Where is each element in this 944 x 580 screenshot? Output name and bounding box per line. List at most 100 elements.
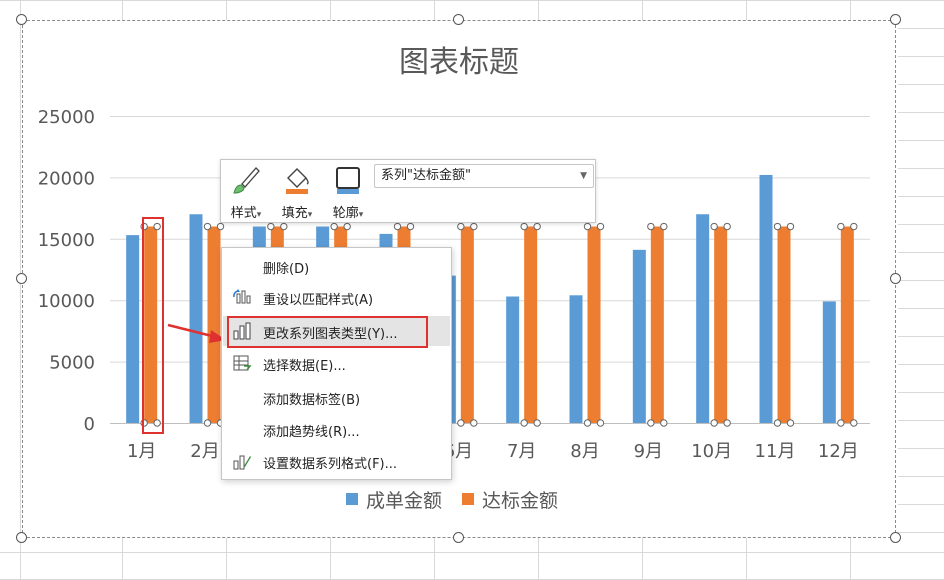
menu-item-select-data[interactable]: 选择数据(E)... bbox=[223, 348, 450, 378]
menu-item-add-data-labels[interactable]: 添加数据标签(B) bbox=[223, 382, 450, 412]
series-selection-handle[interactable] bbox=[330, 222, 338, 231]
series-selection-handle[interactable] bbox=[786, 222, 795, 231]
series-selection-handle[interactable] bbox=[837, 419, 845, 427]
style-label: 样式 bbox=[230, 206, 257, 221]
resize-handle-top-center[interactable] bbox=[453, 14, 464, 25]
series-selection-handle[interactable] bbox=[216, 222, 225, 231]
x-tick-label: 1月 bbox=[127, 441, 156, 462]
series-selection-handle[interactable] bbox=[280, 222, 288, 231]
series-selection-handle[interactable] bbox=[457, 419, 465, 427]
menu-item-add-trendline[interactable]: 添加趋势线(R)... bbox=[223, 414, 450, 444]
resize-handle-top-right[interactable] bbox=[890, 14, 901, 25]
bar-target-amount[interactable] bbox=[714, 226, 728, 423]
series-selection-handle[interactable] bbox=[520, 419, 528, 427]
resize-handle-bottom-right[interactable] bbox=[890, 532, 901, 543]
bar-deal-amount[interactable] bbox=[759, 174, 773, 423]
fill-button[interactable]: 填充▾ bbox=[274, 162, 320, 222]
series-selection-handle[interactable] bbox=[723, 222, 731, 231]
series-selection-handle[interactable] bbox=[343, 222, 351, 231]
series-selection-handle[interactable] bbox=[153, 419, 161, 427]
bar-deal-amount[interactable] bbox=[569, 295, 583, 423]
resize-handle-top-left[interactable] bbox=[16, 14, 27, 25]
series-selection-handle[interactable] bbox=[647, 222, 655, 231]
bar-target-amount[interactable] bbox=[460, 226, 474, 423]
series-selection-handle[interactable] bbox=[533, 419, 541, 427]
series-selection-handle[interactable] bbox=[153, 222, 161, 231]
menu-item-label: 添加趋势线(R)... bbox=[263, 425, 360, 440]
series-selection-handle[interactable] bbox=[596, 222, 605, 231]
series-selection-handle[interactable] bbox=[710, 222, 718, 231]
fill-label: 填充 bbox=[281, 206, 308, 221]
bar-deal-amount[interactable] bbox=[632, 249, 646, 423]
bar-target-amount[interactable] bbox=[144, 226, 158, 423]
series-selection-handle[interactable] bbox=[837, 222, 845, 231]
bar-target-amount[interactable] bbox=[777, 226, 791, 423]
series-selection-handle[interactable] bbox=[457, 222, 465, 231]
bar-deal-amount[interactable] bbox=[189, 214, 203, 423]
series-selection-handle[interactable] bbox=[393, 222, 402, 231]
series-selection-handle[interactable] bbox=[203, 222, 212, 231]
legend-label: 达标金额 bbox=[482, 490, 558, 512]
select-data-icon bbox=[233, 355, 252, 371]
resize-handle-bottom-left[interactable] bbox=[16, 532, 27, 543]
menu-item-change-chart-type[interactable]: 更改系列图表类型(Y)... bbox=[223, 316, 450, 346]
bar-target-amount[interactable] bbox=[524, 226, 538, 423]
brush-icon bbox=[233, 167, 260, 194]
series-selection-handle[interactable] bbox=[596, 419, 605, 427]
series-selection-handle[interactable] bbox=[583, 222, 592, 231]
chart-title[interactable]: 图表标题 bbox=[399, 45, 519, 80]
bar-deal-amount[interactable] bbox=[696, 214, 710, 423]
resize-handle-middle-left[interactable] bbox=[16, 273, 27, 284]
bar-deal-amount[interactable] bbox=[126, 235, 140, 423]
series-selection-handle[interactable] bbox=[470, 222, 478, 231]
x-tick-label: 9月 bbox=[634, 441, 663, 462]
series-selection-handle[interactable] bbox=[723, 419, 731, 427]
resize-handle-bottom-center[interactable] bbox=[453, 532, 464, 543]
series-selection-handle[interactable] bbox=[406, 222, 415, 231]
menu-item-label: 选择数据(E)... bbox=[263, 359, 346, 374]
menu-item-label: 添加数据标签(B) bbox=[263, 393, 361, 408]
series-selection-handle[interactable] bbox=[786, 419, 795, 427]
legend-swatch bbox=[462, 493, 474, 505]
bar-target-amount[interactable] bbox=[587, 226, 601, 423]
menu-item-reset-style[interactable]: 重设以匹配样式(A) bbox=[223, 282, 450, 312]
menu-item-delete[interactable]: 删除(D) bbox=[223, 251, 450, 281]
y-tick-label: 15000 bbox=[38, 230, 95, 251]
bar-deal-amount[interactable] bbox=[822, 301, 836, 423]
series-selection-handle[interactable] bbox=[140, 419, 148, 427]
x-tick-label: 11月 bbox=[755, 441, 796, 462]
series-selection-handle[interactable] bbox=[773, 419, 782, 427]
series-selection-handle[interactable] bbox=[710, 419, 718, 427]
bar-target-amount[interactable] bbox=[840, 226, 854, 423]
chevron-down-icon: ▾ bbox=[358, 210, 364, 220]
series-selection-handle[interactable] bbox=[267, 222, 275, 231]
series-selection-handle[interactable] bbox=[140, 222, 148, 231]
series-selection-handle[interactable] bbox=[533, 222, 541, 231]
series-select-value: 系列"达标金额" bbox=[381, 168, 471, 183]
series-selection-handle[interactable] bbox=[850, 419, 858, 427]
series-selection-handle[interactable] bbox=[520, 222, 528, 231]
bar-deal-amount[interactable] bbox=[506, 296, 520, 423]
bar-target-amount[interactable] bbox=[650, 226, 664, 423]
series-selection-handle[interactable] bbox=[470, 419, 478, 427]
series-selection-handle[interactable] bbox=[660, 222, 668, 231]
y-tick-label: 20000 bbox=[38, 168, 95, 189]
bar-target-amount[interactable] bbox=[207, 226, 221, 423]
resize-handle-middle-right[interactable] bbox=[890, 273, 901, 284]
mini-format-toolbar: 样式▾ 填充▾ 轮廓▾ 系列"达标金额" ▼ bbox=[220, 159, 596, 223]
legend-swatch bbox=[346, 493, 358, 505]
series-selection-handle[interactable] bbox=[583, 419, 592, 427]
series-select[interactable]: 系列"达标金额" ▼ bbox=[374, 164, 594, 188]
menu-item-format-series[interactable]: 设置数据系列格式(F)... bbox=[223, 446, 450, 476]
series-selection-handle[interactable] bbox=[203, 419, 212, 427]
series-selection-handle[interactable] bbox=[647, 419, 655, 427]
series-selection-handle[interactable] bbox=[773, 222, 782, 231]
y-tick-label: 10000 bbox=[38, 291, 95, 312]
menu-item-label: 重设以匹配样式(A) bbox=[263, 293, 374, 308]
legend[interactable]: 成单金额 达标金额 bbox=[346, 490, 558, 512]
outline-button[interactable]: 轮廓▾ bbox=[325, 162, 371, 222]
series-selection-handle[interactable] bbox=[850, 222, 858, 231]
chart[interactable]: 0500010000150002000025000 1月2月3月4月5月6月7月… bbox=[0, 0, 944, 580]
series-selection-handle[interactable] bbox=[660, 419, 668, 427]
style-button[interactable]: 样式▾ bbox=[223, 162, 269, 222]
